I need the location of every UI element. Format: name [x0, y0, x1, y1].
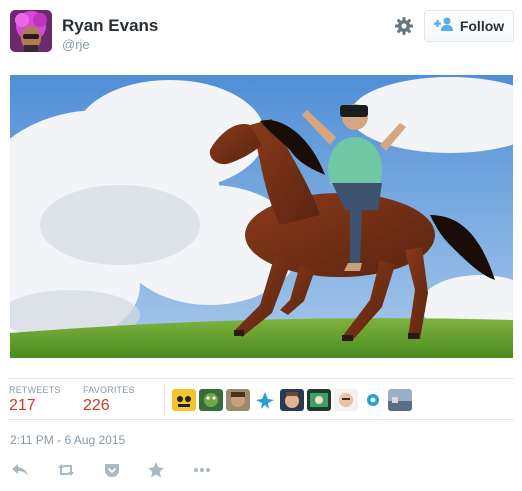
reply-icon[interactable] — [10, 460, 30, 480]
add-user-icon — [433, 17, 454, 36]
user-name[interactable]: Ryan Evans — [62, 16, 158, 36]
retweets-label: RETWEETS — [9, 385, 61, 395]
favoriter-avatar[interactable] — [253, 389, 277, 411]
favorites-label: FAVORITES — [83, 385, 135, 395]
favoriter-avatar[interactable] — [361, 389, 385, 411]
retweets-stat[interactable]: RETWEETS 217 — [9, 385, 61, 415]
more-icon[interactable] — [192, 460, 212, 480]
user-handle[interactable]: @rje — [62, 37, 90, 52]
retweet-icon[interactable] — [56, 460, 76, 480]
favoriter-avatar[interactable] — [388, 389, 412, 411]
tweet-timestamp[interactable]: 2:11 PM - 6 Aug 2015 — [10, 433, 125, 447]
favorites-value: 226 — [83, 397, 110, 414]
follow-button[interactable]: Follow — [424, 10, 514, 42]
favoriter-avatar[interactable] — [334, 389, 358, 411]
pocket-icon[interactable] — [102, 460, 122, 480]
avatar[interactable] — [10, 10, 52, 52]
favorites-stat[interactable]: FAVORITES 226 — [83, 385, 135, 415]
favoriter-avatar[interactable] — [172, 389, 196, 411]
stats-divider — [164, 385, 165, 415]
star-icon[interactable] — [146, 460, 166, 480]
favoriter-avatar[interactable] — [307, 389, 331, 411]
tweet-actions — [10, 460, 260, 480]
favoriter-avatar[interactable] — [280, 389, 304, 411]
follow-label: Follow — [459, 18, 505, 34]
tweet-photo[interactable] — [10, 75, 513, 358]
favoriter-avatar[interactable] — [226, 389, 250, 411]
retweets-value: 217 — [9, 397, 36, 414]
favoriter-avatar[interactable] — [199, 389, 223, 411]
tweet-stats: RETWEETS 217 FAVORITES 226 — [8, 378, 514, 420]
favoriter-avatars — [172, 389, 412, 411]
gear-icon[interactable] — [394, 16, 414, 36]
tweet-header: Ryan Evans @rje Follow — [10, 8, 514, 56]
